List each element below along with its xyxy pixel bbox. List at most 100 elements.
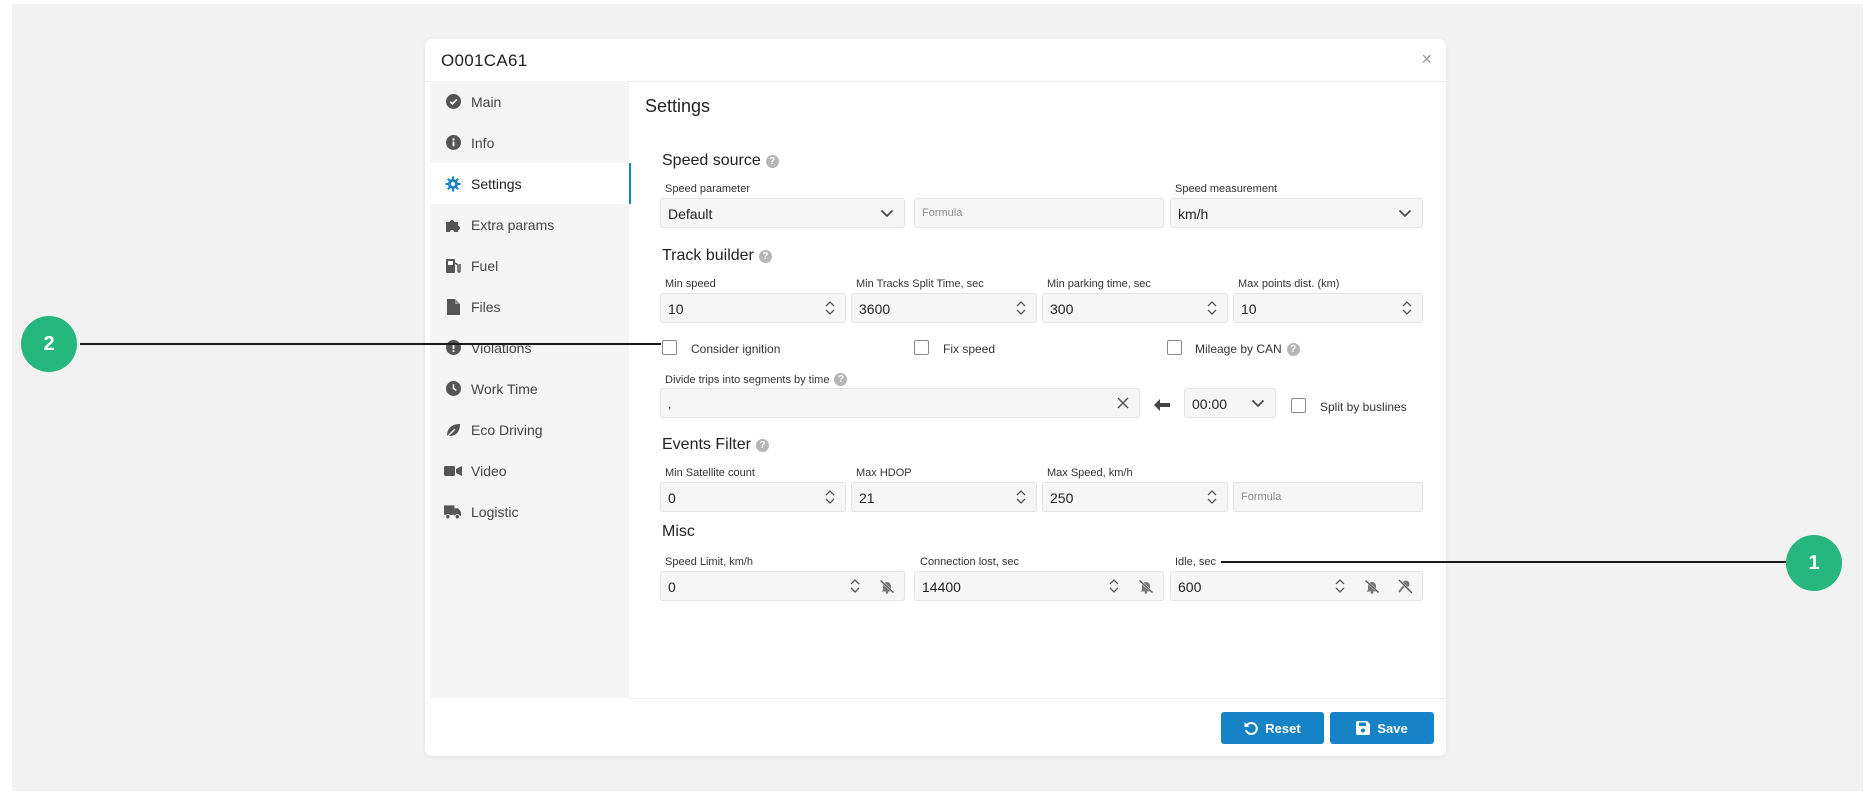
sidebar-item-label: Files	[471, 298, 501, 315]
mileage-by-can-checkbox[interactable]	[1167, 340, 1182, 355]
time-select[interactable]: 00:00	[1184, 388, 1276, 418]
reset-label: Reset	[1265, 720, 1301, 736]
bell-slash-icon[interactable]	[1138, 579, 1154, 599]
sidebar-item-fuel[interactable]: Fuel	[430, 245, 629, 286]
mileage-by-can-label: Mileage by CAN	[1195, 342, 1282, 356]
sidebar-item-label: Info	[471, 134, 495, 151]
max-points-stepper[interactable]: 10	[1233, 293, 1423, 323]
stepper-arrows-icon[interactable]	[825, 300, 835, 321]
sidebar-item-eco-driving[interactable]: Eco Driving	[430, 409, 629, 450]
help-icon[interactable]: ?	[758, 249, 772, 263]
sidebar-item-info[interactable]: Info	[430, 122, 629, 163]
idle-stepper[interactable]: 600	[1170, 571, 1423, 601]
min-satellite-stepper[interactable]: 0	[660, 482, 846, 512]
speed-limit-stepper[interactable]: 0	[660, 571, 905, 601]
select-value: km/h	[1178, 206, 1209, 222]
callout-badge-1: 1	[1786, 535, 1842, 591]
min-speed-stepper[interactable]: 10	[660, 293, 846, 323]
bell-slash-icon[interactable]	[1364, 579, 1380, 599]
stepper-arrows-icon[interactable]	[1016, 489, 1026, 510]
stepper-arrows-icon[interactable]	[850, 578, 860, 599]
save-button[interactable]: Save	[1330, 712, 1434, 744]
sidebar-item-work-time[interactable]: Work Time	[430, 368, 629, 409]
events-filter-title: Events Filter ?	[662, 436, 769, 454]
truck-icon	[444, 503, 462, 521]
chevron-down-icon	[1398, 206, 1412, 225]
footer-divider	[629, 698, 1446, 699]
speed-measurement-select[interactable]: km/h	[1170, 198, 1423, 228]
consider-ignition-checkbox[interactable]	[662, 340, 677, 355]
help-icon[interactable]: ?	[1286, 342, 1300, 356]
sidebar-item-main[interactable]: Main	[430, 81, 629, 122]
section-title-text: Misc	[662, 523, 695, 540]
select-value: 00:00	[1192, 396, 1228, 412]
help-icon[interactable]: ?	[834, 373, 848, 386]
mileage-by-can-row: Mileage by CAN ?	[1195, 342, 1300, 356]
sidebar-item-label: Extra params	[471, 216, 555, 233]
help-icon[interactable]: ?	[765, 154, 779, 168]
fix-speed-checkbox[interactable]	[914, 340, 929, 355]
stepper-arrows-icon[interactable]	[1207, 300, 1217, 321]
page-title: Settings	[645, 96, 711, 116]
stepper-arrows-icon[interactable]	[1402, 300, 1412, 321]
sidebar-item-violations[interactable]: Violations	[430, 327, 629, 368]
max-speed-label: Max Speed, km/h	[1047, 467, 1133, 479]
sidebar-item-label: Fuel	[471, 257, 499, 274]
max-hdop-stepper[interactable]: 21	[851, 482, 1037, 512]
callout-leader-line	[80, 343, 661, 345]
sidebar-item-settings[interactable]: Settings	[430, 163, 631, 204]
sidebar-item-logistic[interactable]: Logistic	[430, 491, 629, 532]
stepper-arrows-icon[interactable]	[1109, 578, 1119, 599]
stepper-arrows-icon[interactable]	[825, 489, 835, 510]
stepper-arrows-icon[interactable]	[1016, 300, 1026, 321]
select-value: Default	[668, 206, 713, 222]
bell-slash-icon[interactable]	[879, 579, 895, 599]
arrow-left-icon[interactable]	[1154, 398, 1170, 416]
speed-measurement-label: Speed measurement	[1175, 183, 1278, 195]
divide-trips-label: Divide trips into segments by time	[665, 373, 830, 386]
clear-icon[interactable]	[1117, 396, 1129, 414]
connection-lost-label: Connection lost, sec	[920, 556, 1020, 568]
video-camera-icon	[444, 462, 462, 480]
max-speed-stepper[interactable]: 250	[1042, 482, 1228, 512]
stepper-value: 10	[668, 301, 684, 317]
reset-button[interactable]: Reset	[1221, 712, 1324, 744]
split-time-stepper[interactable]: 3600	[851, 293, 1037, 323]
speed-parameter-select[interactable]: Default	[660, 198, 905, 228]
sidebar: Main Info Settings Extra params Fuel Fil…	[430, 81, 631, 698]
track-builder-title: Track builder ?	[662, 247, 772, 265]
help-icon[interactable]: ?	[755, 438, 769, 452]
sidebar-item-label: Logistic	[471, 503, 519, 520]
sidebar-item-extra-params[interactable]: Extra params	[430, 204, 629, 245]
stepper-arrows-icon[interactable]	[1207, 489, 1217, 510]
floppy-disk-icon	[1356, 721, 1371, 735]
clock-icon	[444, 380, 462, 398]
events-formula-input[interactable]: Formula	[1233, 482, 1423, 512]
speed-formula-input[interactable]: Formula	[914, 198, 1164, 228]
close-button[interactable]: ×	[1421, 49, 1432, 70]
split-time-label: Min Tracks Split Time, sec	[856, 278, 984, 290]
undo-icon	[1244, 722, 1259, 735]
idle-label: Idle, sec	[1175, 556, 1216, 568]
formula-placeholder: Formula	[922, 207, 963, 219]
misc-title: Misc	[662, 523, 695, 541]
gas-pump-icon	[444, 257, 462, 275]
sidebar-item-video[interactable]: Video	[430, 450, 629, 491]
exclamation-circle-icon	[444, 339, 462, 357]
speed-source-title: Speed source ?	[662, 152, 779, 170]
min-satellite-label: Min Satellite count	[665, 467, 755, 479]
split-by-buslines-checkbox[interactable]	[1291, 398, 1306, 413]
sidebar-item-files[interactable]: Files	[430, 286, 629, 327]
callout-badge-2: 2	[21, 316, 77, 372]
speed-limit-label: Speed Limit, km/h	[665, 556, 754, 568]
parking-time-label: Min parking time, sec	[1047, 278, 1151, 290]
parking-slash-icon[interactable]	[1397, 579, 1413, 599]
divide-trips-input[interactable]: ,	[660, 388, 1140, 418]
connection-lost-stepper[interactable]: 14400	[914, 571, 1164, 601]
stepper-arrows-icon[interactable]	[1335, 578, 1345, 599]
parking-time-stepper[interactable]: 300	[1042, 293, 1228, 323]
modal-header: O001CA61 ×	[425, 39, 1446, 82]
settings-modal: O001CA61 × Main Info Settings Extra para…	[425, 39, 1446, 756]
split-by-buslines-label: Split by buslines	[1320, 400, 1407, 414]
sidebar-item-label: Video	[471, 462, 507, 479]
